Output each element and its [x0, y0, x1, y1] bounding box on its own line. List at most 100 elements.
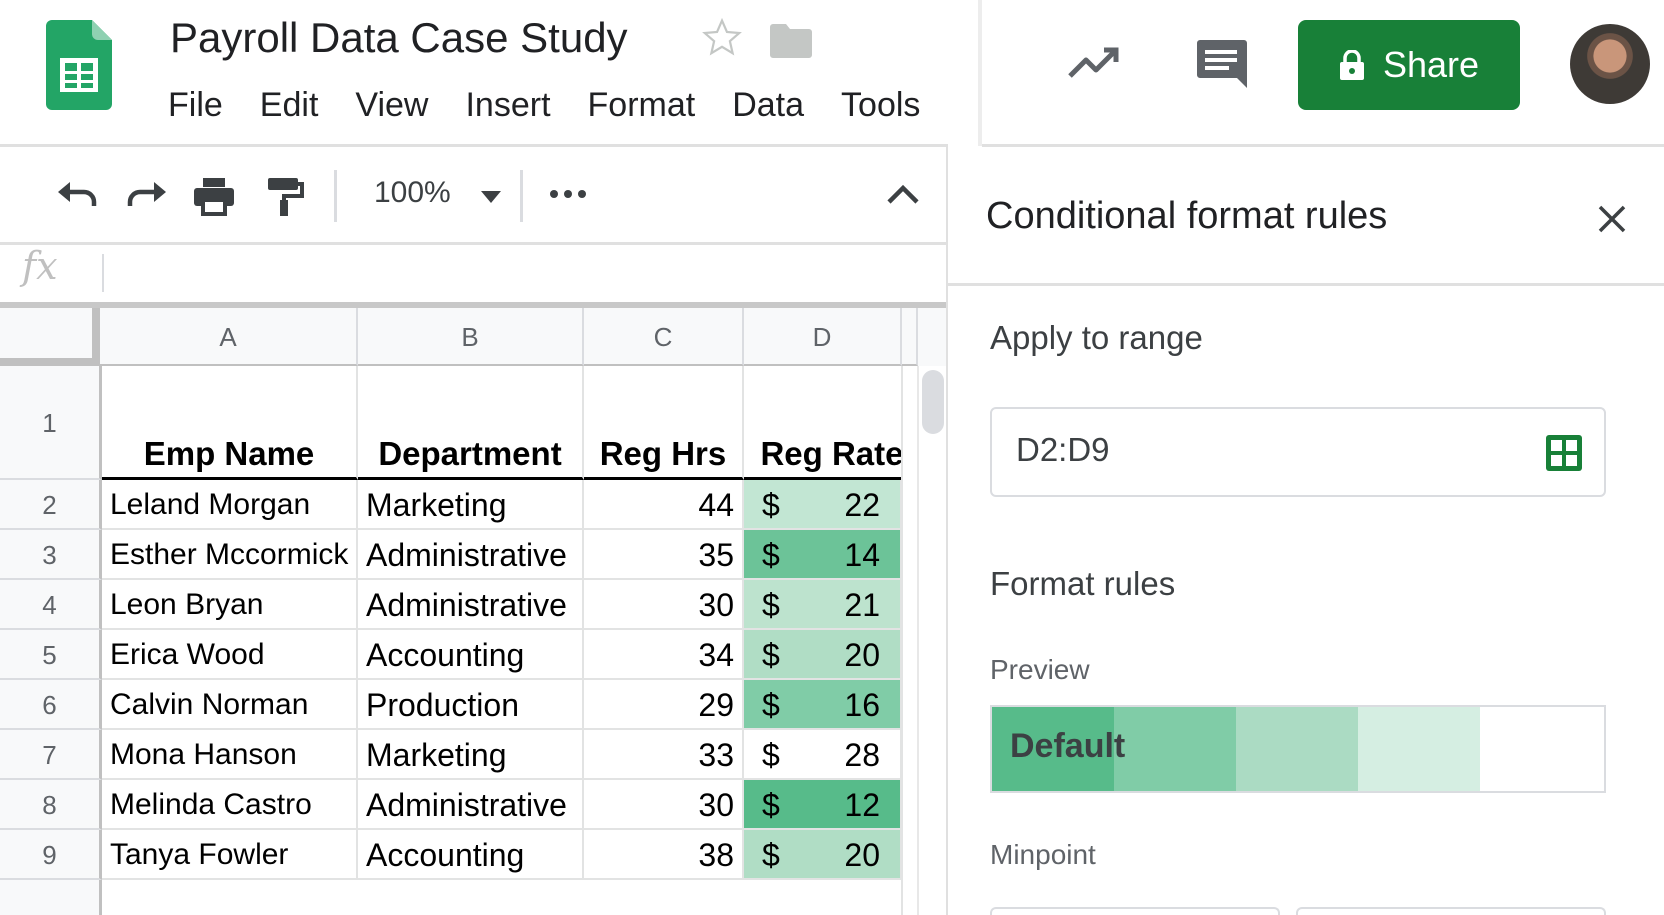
menu-insert[interactable]: Insert: [465, 86, 550, 125]
row-header[interactable]: 4: [0, 580, 102, 630]
currency-symbol: $: [762, 787, 780, 823]
share-button[interactable]: Share: [1298, 20, 1520, 110]
column-header-b[interactable]: B: [358, 308, 584, 366]
cell-reg-rate[interactable]: $28: [744, 730, 902, 780]
more-options-icon[interactable]: [548, 188, 588, 200]
column-header-e[interactable]: [902, 308, 918, 366]
cell-department[interactable]: Administrative: [358, 580, 584, 630]
print-icon[interactable]: [192, 176, 236, 216]
cell-reg-hrs[interactable]: 33: [584, 730, 744, 780]
range-value: D2:D9: [1016, 431, 1110, 468]
column-e-cells: [901, 366, 917, 915]
preview-style-name: Default: [1010, 727, 1126, 765]
menu-tools[interactable]: Tools: [841, 86, 920, 125]
row-header[interactable]: 7: [0, 730, 102, 780]
column-header-a[interactable]: A: [100, 308, 358, 366]
cell-emp-name[interactable]: Esther Mccormick: [102, 530, 358, 580]
cell-department[interactable]: Administrative: [358, 530, 584, 580]
vertical-scrollbar[interactable]: [917, 366, 948, 915]
cell-reg-hrs[interactable]: 44: [584, 480, 744, 530]
row-header[interactable]: 1: [0, 366, 102, 480]
select-data-range-icon[interactable]: [1544, 433, 1584, 473]
minpoint-type-select[interactable]: [990, 907, 1280, 915]
folder-icon[interactable]: [770, 22, 812, 58]
document-title[interactable]: Payroll Data Case Study: [170, 14, 628, 62]
google-sheets-logo-icon[interactable]: [46, 20, 112, 110]
user-avatar[interactable]: [1570, 24, 1650, 104]
rate-value: 20: [844, 837, 880, 873]
cell-reg-hrs[interactable]: 38: [584, 830, 744, 880]
cell-department[interactable]: Production: [358, 680, 584, 730]
cell-department[interactable]: Accounting: [358, 630, 584, 680]
cell-reg-hrs[interactable]: 34: [584, 630, 744, 680]
currency-symbol: $: [762, 537, 780, 573]
range-input[interactable]: D2:D9: [990, 407, 1606, 497]
cell-emp-name[interactable]: Leon Bryan: [102, 580, 358, 630]
rate-value: 21: [844, 587, 880, 623]
panel-title: Conditional format rules: [986, 195, 1388, 237]
cell-reg-rate[interactable]: $12: [744, 780, 902, 830]
cell-reg-hrs[interactable]: 29: [584, 680, 744, 730]
cell-department[interactable]: Marketing: [358, 730, 584, 780]
cell-emp-name[interactable]: Melinda Castro: [102, 780, 358, 830]
header-cell-department[interactable]: Department: [358, 366, 584, 480]
menu-edit[interactable]: Edit: [260, 86, 319, 125]
cell-reg-hrs[interactable]: 30: [584, 580, 744, 630]
cell-department[interactable]: Accounting: [358, 830, 584, 880]
row-header[interactable]: 6: [0, 680, 102, 730]
color-scale-preview[interactable]: Default: [990, 705, 1606, 793]
cell-reg-rate[interactable]: $21: [744, 580, 902, 630]
select-all-corner[interactable]: [0, 308, 100, 366]
share-label: Share: [1382, 44, 1480, 85]
row-header[interactable]: [0, 880, 102, 915]
menu-file[interactable]: File: [168, 86, 223, 125]
scrollbar-thumb[interactable]: [922, 370, 944, 434]
panel-divider: [948, 283, 1664, 286]
cell-reg-rate[interactable]: $16: [744, 680, 902, 730]
column-header-d[interactable]: D: [744, 308, 902, 366]
menu-data[interactable]: Data: [732, 86, 804, 125]
chevron-up-icon[interactable]: [886, 182, 920, 206]
cell-emp-name[interactable]: Tanya Fowler: [102, 830, 358, 880]
activity-trend-icon[interactable]: [1066, 42, 1120, 82]
cell-department[interactable]: Marketing: [358, 480, 584, 530]
cell-reg-rate[interactable]: $22: [744, 480, 902, 530]
chevron-down-icon[interactable]: [480, 190, 502, 204]
undo-icon[interactable]: [56, 176, 100, 216]
star-icon[interactable]: [700, 16, 744, 60]
cell-emp-name[interactable]: Mona Hanson: [102, 730, 358, 780]
zoom-select[interactable]: 100%: [374, 176, 451, 210]
close-icon[interactable]: [1596, 203, 1628, 235]
redo-icon[interactable]: [124, 176, 168, 216]
paint-format-icon[interactable]: [262, 176, 306, 216]
header-cell-reg-hrs[interactable]: Reg Hrs: [584, 366, 744, 480]
formula-input[interactable]: [112, 248, 932, 298]
cell-reg-rate[interactable]: $20: [744, 830, 902, 880]
lock-icon: [1339, 50, 1364, 80]
cell-department[interactable]: Administrative: [358, 780, 584, 830]
row-header[interactable]: 8: [0, 780, 102, 830]
toolbar-separator: [520, 170, 523, 222]
header-cell-reg-rate[interactable]: Reg Rate: [744, 366, 922, 480]
minpoint-value-input[interactable]: [1296, 907, 1606, 915]
header-cell-emp-name[interactable]: Emp Name: [102, 366, 358, 480]
currency-symbol: $: [762, 837, 780, 873]
cell-reg-rate[interactable]: $14: [744, 530, 902, 580]
cell-reg-hrs[interactable]: 35: [584, 530, 744, 580]
cell-emp-name[interactable]: Erica Wood: [102, 630, 358, 680]
comment-icon[interactable]: [1196, 38, 1248, 90]
cell-reg-hrs[interactable]: 30: [584, 780, 744, 830]
preview-segment-5: [1480, 707, 1602, 791]
preview-segment-4: [1358, 707, 1480, 791]
menu-format[interactable]: Format: [588, 86, 696, 125]
menu-view[interactable]: View: [355, 86, 428, 125]
cell-emp-name[interactable]: Calvin Norman: [102, 680, 358, 730]
row-header[interactable]: 3: [0, 530, 102, 580]
row-header[interactable]: 2: [0, 480, 102, 530]
menu-bar: File Edit View Insert Format Data Tools: [168, 86, 957, 125]
row-header[interactable]: 5: [0, 630, 102, 680]
column-header-c[interactable]: C: [584, 308, 744, 366]
cell-reg-rate[interactable]: $20: [744, 630, 902, 680]
cell-emp-name[interactable]: Leland Morgan: [102, 480, 358, 530]
row-header[interactable]: 9: [0, 830, 102, 880]
